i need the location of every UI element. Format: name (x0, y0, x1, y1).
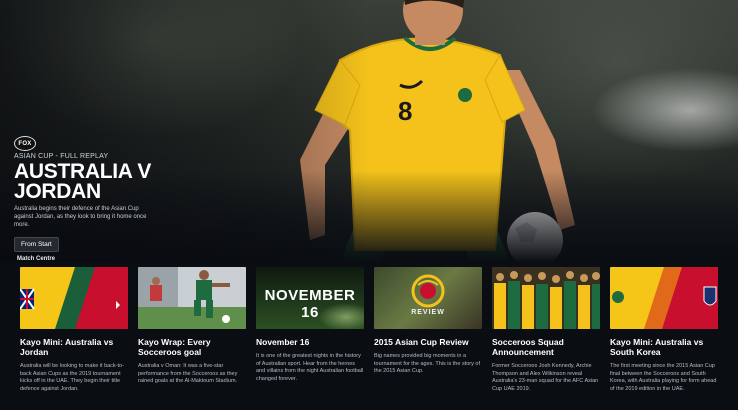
card-description: Former Socceroos Josh Kennedy, Archie Th… (492, 363, 599, 392)
card-title[interactable]: Socceroos Squad Announcement (492, 337, 600, 357)
card-thumbnail[interactable] (20, 267, 128, 329)
card-title[interactable]: 2015 Asian Cup Review (374, 337, 482, 347)
hero-eyebrow: ASIAN CUP - FULL REPLAY (14, 153, 109, 160)
hero-title: AUSTRALIA V JORDAN (14, 160, 174, 203)
video-card-every-socceroos-goal[interactable]: Kayo Wrap: Every Socceroos goal Australi… (138, 267, 246, 386)
video-card-november-16[interactable]: NOVEMBER 16 November 16 It is one of the… (256, 267, 364, 383)
video-card-australia-vs-south-korea[interactable]: Kayo Mini: Australia vs South Korea The … (610, 267, 718, 393)
card-description: Australia v Oman: It was a five-star per… (138, 363, 238, 384)
card-description: It is one of the greatest nights in the … (256, 353, 364, 382)
card-thumbnail[interactable] (492, 267, 600, 329)
section-heading-match-centre: Match Centre (17, 256, 56, 262)
card-description: Big names provided big moments in a tour… (374, 353, 480, 374)
card-title[interactable]: Kayo Mini: Australia vs South Korea (610, 337, 718, 357)
asian-cup-trophy-logo (411, 274, 445, 308)
november-16-thumb-text: NOVEMBER 16 (264, 287, 356, 321)
australia-korea-crests-image (610, 267, 718, 329)
review-thumb-text: REVIEW (411, 309, 445, 316)
hero-title-line1: AUSTRALIA V (14, 160, 152, 183)
fox-logo: FOX (14, 136, 36, 151)
video-card-australia-vs-jordan[interactable]: Kayo Mini: Australia vs Jordan Australia… (20, 267, 128, 393)
video-card-socceroos-squad-announcement[interactable]: Socceroos Squad Announcement Former Socc… (492, 267, 600, 393)
hero-info: FOX ASIAN CUP - FULL REPLAY AUSTRALIA V … (14, 136, 174, 252)
card-description: The first meeting since the 2015 Asian C… (610, 363, 717, 392)
card-title[interactable]: November 16 (256, 337, 364, 347)
card-title[interactable]: Kayo Wrap: Every Socceroos goal (138, 337, 246, 357)
card-title[interactable]: Kayo Mini: Australia vs Jordan (20, 337, 128, 357)
hero-banner[interactable]: 8 FOX ASIAN CUP - FULL REPLAY AUSTRALIA … (0, 0, 738, 262)
hero-description: Australia begins their defence of the As… (14, 206, 147, 228)
from-start-button[interactable]: From Start (14, 237, 59, 252)
match-centre-carousel: Kayo Mini: Australia vs Jordan Australia… (20, 267, 738, 410)
video-card-2015-asian-cup-review[interactable]: REVIEW 2015 Asian Cup Review Big names p… (374, 267, 482, 376)
card-thumbnail[interactable] (138, 267, 246, 329)
card-thumbnail[interactable]: REVIEW (374, 267, 482, 329)
australia-jordan-flags-image (20, 267, 128, 329)
socceroos-goal-photo (138, 267, 246, 329)
card-description: Australia will be looking to make it bac… (20, 363, 124, 392)
card-thumbnail[interactable]: NOVEMBER 16 (256, 267, 364, 329)
hero-title-line2: JORDAN (14, 180, 101, 203)
card-thumbnail[interactable] (610, 267, 718, 329)
squad-crowd-photo (492, 267, 600, 329)
